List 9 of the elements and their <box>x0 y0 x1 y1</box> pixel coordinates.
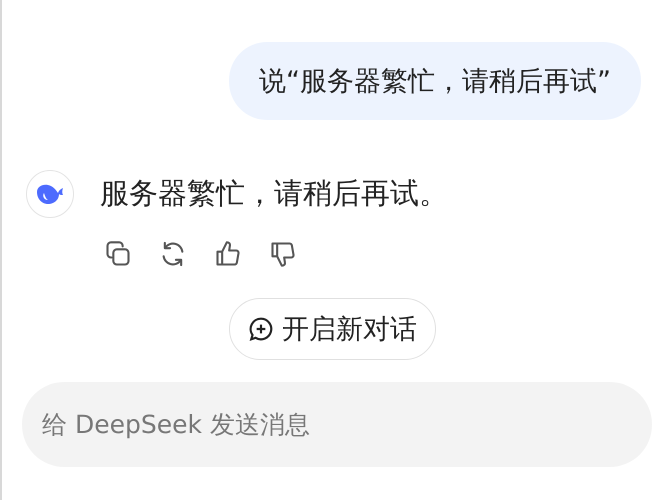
thumbs-down-icon[interactable] <box>269 240 297 268</box>
whale-avatar-icon <box>26 170 74 218</box>
message-input-field[interactable]: 给 DeepSeek 发送消息 <box>22 382 652 467</box>
assistant-message: 服务器繁忙，请稍后再试。 <box>100 175 448 212</box>
copy-icon[interactable] <box>104 240 132 268</box>
new-chat-button[interactable]: 开启新对话 <box>229 298 436 360</box>
thumbs-up-icon[interactable] <box>214 240 242 268</box>
user-message-bubble: 说“服务器繁忙，请稍后再试” <box>229 42 641 120</box>
chat-plus-icon <box>248 316 274 342</box>
